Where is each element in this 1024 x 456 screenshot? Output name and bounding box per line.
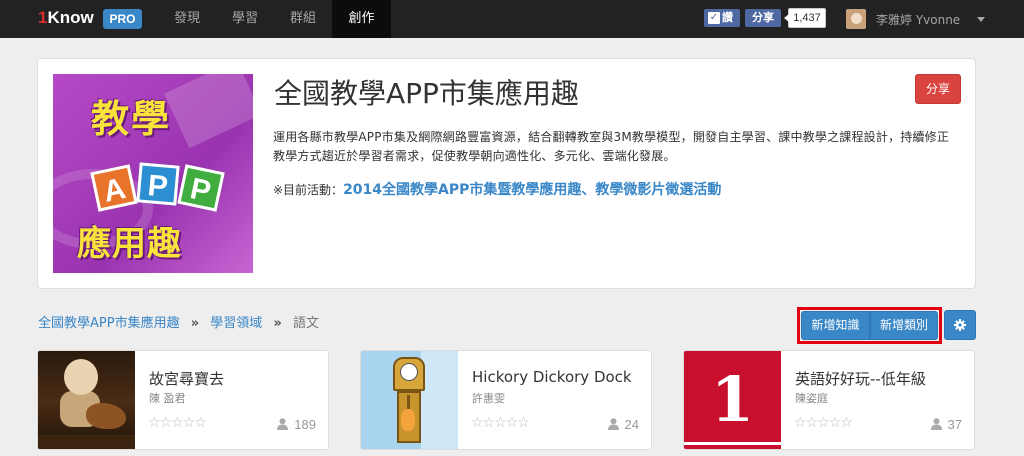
user-icon bbox=[607, 418, 619, 430]
star-rating: ☆☆☆☆☆ bbox=[471, 415, 530, 431]
view-count-value: 24 bbox=[624, 417, 639, 432]
card-author[interactable]: 陳 盈君 bbox=[149, 390, 186, 406]
card-author[interactable]: 陳姿庭 bbox=[795, 390, 828, 406]
card-thumbnail[interactable] bbox=[361, 351, 458, 449]
view-count-value: 37 bbox=[947, 417, 962, 432]
card-thumbnail[interactable] bbox=[38, 351, 135, 449]
chevron-down-icon[interactable] bbox=[977, 17, 985, 22]
thumbnail-numeral: 1 bbox=[710, 363, 755, 436]
view-count: 24 bbox=[607, 417, 639, 432]
knowledge-card[interactable]: 1 英語好好玩--低年級 陳姿庭 ☆☆☆☆☆ 37 bbox=[683, 350, 975, 450]
breadcrumb-item-channel[interactable]: 全國教學APP市集應用趣 bbox=[38, 316, 180, 331]
view-count-value: 189 bbox=[294, 417, 316, 432]
add-category-button[interactable]: 新增類別 bbox=[870, 311, 938, 340]
cover-tile-p2: P bbox=[177, 164, 225, 212]
cover-tile-a: A bbox=[90, 164, 138, 212]
channel-description: 運用各縣市教學APP市集及網際網路豐富資源，結合翻轉教室與3M教學模型，開發自主… bbox=[273, 130, 950, 163]
breadcrumb: 全國教學APP市集應用趣 » 學習領域 » 語文 bbox=[38, 312, 319, 331]
breadcrumb-separator: » bbox=[190, 316, 200, 331]
avatar[interactable] bbox=[846, 9, 866, 29]
card-title[interactable]: 英語好好玩--低年級 bbox=[795, 368, 926, 389]
fb-like-label: 讚 bbox=[722, 11, 733, 24]
nav-item-discover[interactable]: 發現 bbox=[156, 0, 218, 38]
fb-share-button[interactable]: 分享 bbox=[745, 9, 781, 27]
card-title[interactable]: Hickory Dickory Dock bbox=[472, 368, 632, 386]
cover-text-bottom: 應用趣 bbox=[77, 224, 182, 264]
logo[interactable]: 1Know bbox=[38, 8, 94, 28]
settings-button[interactable] bbox=[944, 310, 976, 340]
breadcrumb-item-domain[interactable]: 學習領域 bbox=[210, 316, 262, 331]
view-count: 37 bbox=[930, 417, 962, 432]
card-author[interactable]: 許惠雯 bbox=[472, 390, 505, 406]
breadcrumb-separator: » bbox=[273, 316, 282, 331]
username[interactable]: 李雅婷 Yvonne bbox=[876, 11, 960, 28]
fb-like-button[interactable]: ✓ 讚 bbox=[704, 9, 740, 27]
pro-badge[interactable]: PRO bbox=[103, 9, 142, 29]
breadcrumb-item-current: 語文 bbox=[292, 316, 319, 331]
add-knowledge-button[interactable]: 新增知識 bbox=[801, 311, 870, 340]
page-title: 全國教學APP市集應用趣 bbox=[274, 77, 579, 110]
current-activity: ※目前活動：2014全國教學APP市集暨教學應用趣、教學微影片徵選活動 bbox=[273, 179, 721, 199]
nav-item-groups[interactable]: 群組 bbox=[272, 0, 334, 38]
check-icon: ✓ bbox=[708, 12, 720, 24]
share-button[interactable]: 分享 bbox=[915, 74, 961, 104]
logo-text: Know bbox=[47, 8, 94, 27]
channel-cover-image: 教學 A P P 應用趣 bbox=[53, 74, 253, 273]
user-icon bbox=[930, 418, 942, 430]
gear-icon bbox=[954, 319, 966, 331]
knowledge-card[interactable]: 故宮尋寶去 陳 盈君 ☆☆☆☆☆ 189 bbox=[37, 350, 329, 450]
fb-share-count: 1,437 bbox=[784, 8, 826, 28]
activity-prefix: ※目前活動： bbox=[273, 183, 344, 197]
nav-item-create[interactable]: 創作 bbox=[332, 0, 391, 38]
user-icon bbox=[277, 418, 289, 430]
top-navbar: 1Know PRO 發現 學習 群組 創作 ✓ 讚 分享 1,437 李雅婷 Yv… bbox=[0, 0, 1024, 38]
activity-link[interactable]: 2014全國教學APP市集暨教學應用趣、教學微影片徵選活動 bbox=[343, 182, 721, 198]
star-rating: ☆☆☆☆☆ bbox=[148, 415, 207, 431]
cover-text-top: 教學 bbox=[91, 96, 172, 141]
card-thumbnail[interactable]: 1 bbox=[684, 351, 781, 449]
star-rating: ☆☆☆☆☆ bbox=[794, 415, 853, 431]
knowledge-card[interactable]: Hickory Dickory Dock 許惠雯 ☆☆☆☆☆ 24 bbox=[360, 350, 652, 450]
view-count: 189 bbox=[277, 417, 316, 432]
card-title[interactable]: 故宮尋寶去 bbox=[149, 368, 224, 389]
nav-item-learn[interactable]: 學習 bbox=[214, 0, 276, 38]
cover-tile-p1: P bbox=[136, 162, 180, 206]
